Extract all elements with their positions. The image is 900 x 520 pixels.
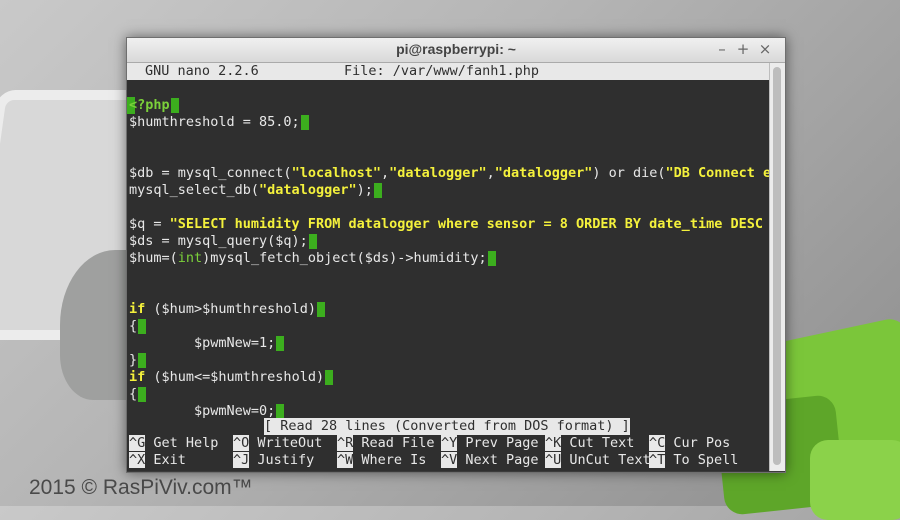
shortcut-read-file[interactable]: ^R Read File: [337, 435, 435, 452]
shortcut-to-spell[interactable]: ^T To Spell: [649, 452, 738, 469]
code-line: <?php: [127, 97, 179, 114]
code-line: $ds = mysql_query($q);: [129, 233, 317, 250]
terminal-window[interactable]: pi@raspberrypi: ~ – + × GNU nano 2.2.6 Fi…: [126, 37, 786, 473]
code-line: {: [129, 386, 147, 403]
shortcut-prev-page[interactable]: ^Y Prev Page: [441, 435, 539, 452]
close-icon[interactable]: ×: [756, 40, 774, 58]
code-line: $db = mysql_connect("localhost","datalog…: [129, 165, 780, 181]
scrollbar-thumb[interactable]: [773, 67, 781, 465]
terminal-content[interactable]: GNU nano 2.2.6 File: /var/www/fanh1.php <…: [127, 63, 779, 471]
scrollbar[interactable]: [769, 63, 785, 471]
nano-header: GNU nano 2.2.6 File: /var/www/fanh1.php: [127, 63, 769, 80]
shortcut-where-is[interactable]: ^W Where Is: [337, 452, 426, 469]
code-line: if ($hum>$humthreshold): [129, 301, 325, 318]
shortcut-uncut-text[interactable]: ^U UnCut Text: [545, 452, 651, 469]
code-line: $pwmNew=1;: [129, 335, 285, 352]
status-message: [ Read 28 lines (Converted from DOS form…: [264, 418, 630, 435]
window-title: pi@raspberrypi: ~: [396, 41, 516, 57]
nano-version: GNU nano 2.2.6: [145, 63, 259, 79]
code-line: $q = "SELECT humidity FROM datalogger wh…: [129, 216, 780, 232]
code-line: $hum=(int)mysql_fetch_object($ds)->humid…: [129, 250, 496, 267]
watermark: 2015 © RasPiViv.com™: [29, 476, 253, 499]
code-line: if ($hum<=$humthreshold): [129, 369, 334, 386]
background-green-shape: [810, 440, 900, 520]
shortcut-justify[interactable]: ^J Justify: [233, 452, 314, 469]
maximize-icon[interactable]: +: [734, 40, 752, 58]
code-line: }: [129, 352, 147, 369]
nano-filename: File: /var/www/fanh1.php: [344, 63, 540, 79]
code-line: mysql_select_db("datalogger");: [129, 182, 382, 199]
code-line: {: [129, 318, 147, 335]
code-line: $pwmNew=0;: [129, 403, 285, 420]
code-line: $humthreshold = 85.0;: [129, 114, 309, 131]
shortcut-exit[interactable]: ^X Exit: [129, 452, 186, 469]
shortcut-cur-pos[interactable]: ^C Cur Pos: [649, 435, 730, 452]
minimize-icon[interactable]: –: [713, 40, 731, 58]
shortcut-writeout[interactable]: ^O WriteOut: [233, 435, 322, 452]
shortcut-next-page[interactable]: ^V Next Page: [441, 452, 539, 469]
window-titlebar[interactable]: pi@raspberrypi: ~ – + ×: [127, 38, 785, 63]
shortcut-cut-text[interactable]: ^K Cut Text: [545, 435, 634, 452]
shortcut-get-help[interactable]: ^G Get Help: [129, 435, 218, 452]
